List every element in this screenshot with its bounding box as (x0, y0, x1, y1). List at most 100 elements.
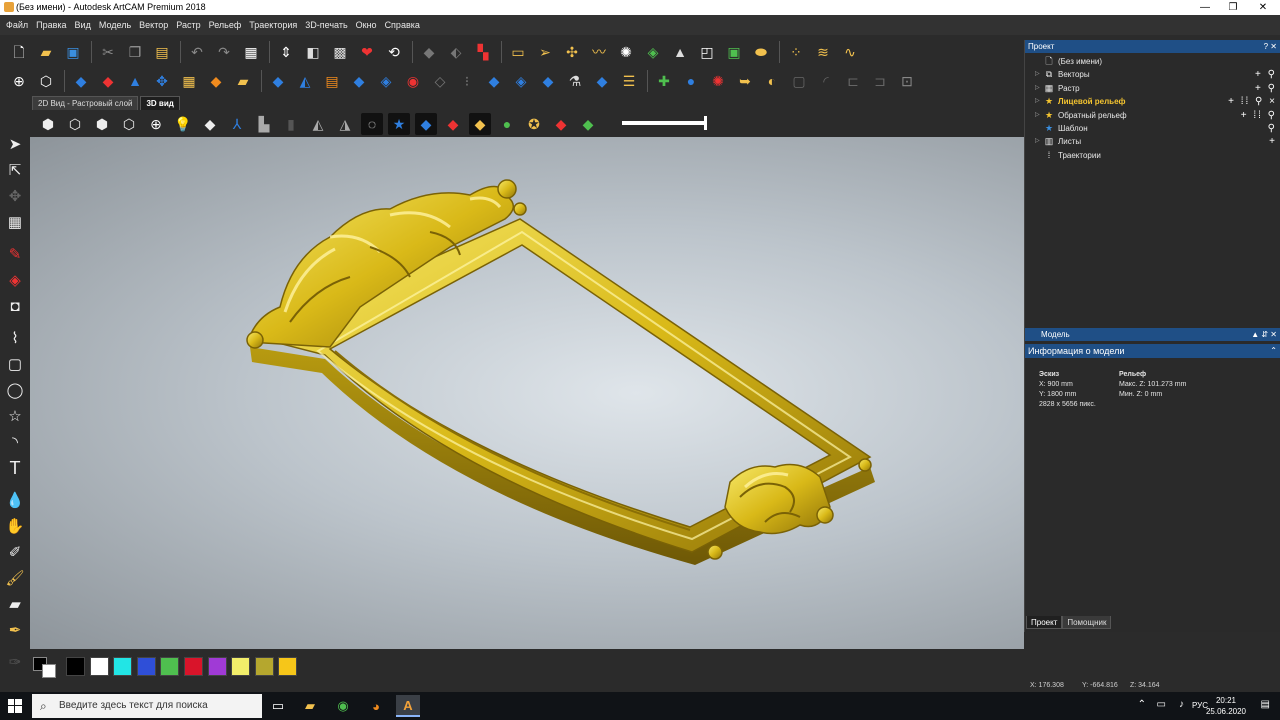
tool-holder-icon[interactable]: ▙ (253, 113, 275, 135)
disabled-relief-icon[interactable]: ◇ (429, 70, 451, 92)
pan-relief-icon[interactable]: ▲ (669, 41, 691, 63)
model-panel-controls-icon[interactable]: ▲ ⇵ ✕ (1251, 328, 1277, 341)
task-view-icon[interactable]: ▭ (266, 695, 290, 717)
volume-icon[interactable]: ♪ (1179, 699, 1184, 710)
color-swatch[interactable] (89, 657, 109, 676)
relief-texture-icon[interactable]: ▦ (178, 70, 200, 92)
add-relief-icon[interactable]: ✚ (653, 70, 675, 92)
paste-icon[interactable]: ▤ (151, 41, 173, 63)
polyline-tool-icon[interactable]: ⌇ (4, 327, 26, 349)
tree-item-8[interactable]: ⁞ Траектории (1025, 149, 1280, 162)
texture-relief-icon[interactable]: ▤ (321, 70, 343, 92)
disabled-box-icon[interactable]: ▢ (788, 70, 810, 92)
relief-tool-icon[interactable]: ⚗ (564, 70, 586, 92)
dashed-line-icon[interactable]: ≋ (812, 41, 834, 63)
tree-item-7[interactable]: ▷ ▥ Листы + (1025, 135, 1280, 148)
arc-icon[interactable]: ◝ (4, 431, 26, 453)
expand-arrow-icon[interactable]: ▷ (1035, 135, 1040, 148)
eraser-shape-icon[interactable]: ◘ (4, 295, 26, 317)
cube-iso-icon[interactable]: ⬢ (37, 113, 59, 135)
color-pick-icon[interactable]: ❤ (356, 41, 378, 63)
menu-edit[interactable]: Правка (36, 20, 66, 30)
menu-window[interactable]: Окно (356, 20, 377, 30)
smooth-relief-icon[interactable]: ◆ (483, 70, 505, 92)
relief-mirror-icon[interactable]: ◐ (761, 70, 783, 92)
tree-item-6[interactable]: ★ Шаблон ⚲ (1025, 122, 1280, 135)
yellow-relief-icon[interactable]: ⬬ (750, 41, 772, 63)
color-swatch[interactable] (207, 657, 227, 676)
menu-3d-print[interactable]: 3D-печать (305, 20, 347, 30)
color-swatch[interactable] (278, 657, 298, 676)
model-info-header[interactable]: Информация о модели ⌃ (1025, 344, 1280, 358)
relief-red-icon[interactable]: ◆ (97, 70, 119, 92)
menu-relief[interactable]: Рельеф (209, 20, 242, 30)
menu-vector[interactable]: Вектор (139, 20, 168, 30)
new-file-icon[interactable]: 🗋 (8, 41, 30, 63)
relief-flow-icon[interactable]: ➥ (734, 70, 756, 92)
notification-icon[interactable]: ▤ (1261, 699, 1270, 710)
layer-red-icon[interactable]: ◆ (442, 113, 464, 135)
tree-item-3[interactable]: ▷ ▦ Растр + ⚲ (1025, 82, 1280, 95)
disabled-bracket-icon[interactable]: ⊏ (842, 70, 864, 92)
tree-item-1[interactable]: 🗋 (Без имени) (1025, 55, 1280, 68)
disabled-move-icon[interactable]: ⬖ (445, 41, 467, 63)
cube-right-icon[interactable]: ⬢ (91, 113, 113, 135)
relief-flat-icon[interactable]: ◆ (591, 70, 613, 92)
menu-help[interactable]: Справка (385, 20, 420, 30)
color-swatch[interactable] (160, 657, 180, 676)
taskbar-search-input[interactable]: ⌕ Введите здесь текст для поиска (32, 694, 262, 718)
cube-top-icon[interactable]: ⬡ (118, 113, 140, 135)
copy-icon[interactable]: ❐ (124, 41, 146, 63)
tree-item-actions-icon[interactable]: + ⁞⁞ ⚲ × (1228, 95, 1277, 108)
shapes-icon[interactable]: ◌ (361, 113, 383, 135)
tilt2-icon[interactable]: ◮ (334, 113, 356, 135)
zoom-3d-icon[interactable]: ⊕ (145, 113, 167, 135)
expand-arrow-icon[interactable]: ▷ (1035, 109, 1040, 122)
light-bulb-icon[interactable]: 💡 (172, 113, 194, 135)
tree-item-actions-icon[interactable]: + ⚲ (1255, 68, 1277, 81)
relief-orange-icon[interactable]: ◆ (205, 70, 227, 92)
disabled-square-icon[interactable]: ⊡ (896, 70, 918, 92)
save-icon[interactable]: ▣ (62, 41, 84, 63)
chrome-icon[interactable]: ◉ (331, 695, 355, 717)
relief-bulb-icon[interactable]: ● (680, 70, 702, 92)
polyline-icon[interactable]: ∿ (839, 41, 861, 63)
tree-item-actions-icon[interactable]: + ⁞⁞ ⚲ (1241, 109, 1277, 122)
undo-icon[interactable]: ↶ (186, 41, 208, 63)
menu-toolpath[interactable]: Траектория (249, 20, 297, 30)
fill-icon[interactable]: ◈ (4, 269, 26, 291)
drop-icon[interactable]: 💧 (4, 489, 26, 511)
3d-viewport[interactable] (30, 137, 1024, 649)
tab-assistant[interactable]: Помощник (1062, 616, 1112, 629)
rotate-model-icon[interactable]: ⟲ (383, 41, 405, 63)
tree-item-actions-icon[interactable]: ⚲ (1268, 122, 1277, 135)
expand-arrow-icon[interactable]: ▷ (1035, 68, 1040, 81)
vector-folder-icon[interactable]: ▭ (507, 41, 529, 63)
arrow-vector-icon[interactable]: ➢ (534, 41, 556, 63)
node-points-icon[interactable]: ⁘ (785, 41, 807, 63)
menu-raster[interactable]: Растр (176, 20, 200, 30)
relief-blue-icon[interactable]: ◆ (70, 70, 92, 92)
color-swatch[interactable] (66, 657, 85, 676)
rectangle-icon[interactable]: ▢ (4, 353, 26, 375)
minimize-icon[interactable]: — (1190, 0, 1220, 15)
tab-project[interactable]: Проект (1026, 616, 1063, 629)
close-icon[interactable]: ✕ (1248, 0, 1278, 15)
paint-icon[interactable]: ✒ (4, 619, 26, 641)
plane-icon[interactable]: ◆ (199, 113, 221, 135)
extrude-icon[interactable]: ◭ (294, 70, 316, 92)
open-folder-icon[interactable]: ▰ (35, 41, 57, 63)
text-icon[interactable]: T (4, 457, 26, 479)
3d-view-icon[interactable]: ⬡ (35, 70, 57, 92)
disabled-curve-icon[interactable]: ◜ (815, 70, 837, 92)
brush-icon[interactable]: 🖌 (4, 567, 26, 589)
taskbar-clock[interactable]: 20:21 25.06.2020 (1206, 695, 1246, 717)
collapse-chevron-icon[interactable]: ⌃ (1270, 344, 1277, 358)
color-swatch[interactable] (231, 657, 251, 676)
frame-icon[interactable]: ◰ (696, 41, 718, 63)
layer-colors-icon[interactable]: ▚ (472, 41, 494, 63)
sculpt-icon[interactable]: ◆ (348, 70, 370, 92)
grid-icon[interactable]: ▦ (4, 211, 26, 233)
smudge-icon[interactable]: ✐ (4, 541, 26, 563)
cube-front-icon[interactable]: ⬡ (64, 113, 86, 135)
